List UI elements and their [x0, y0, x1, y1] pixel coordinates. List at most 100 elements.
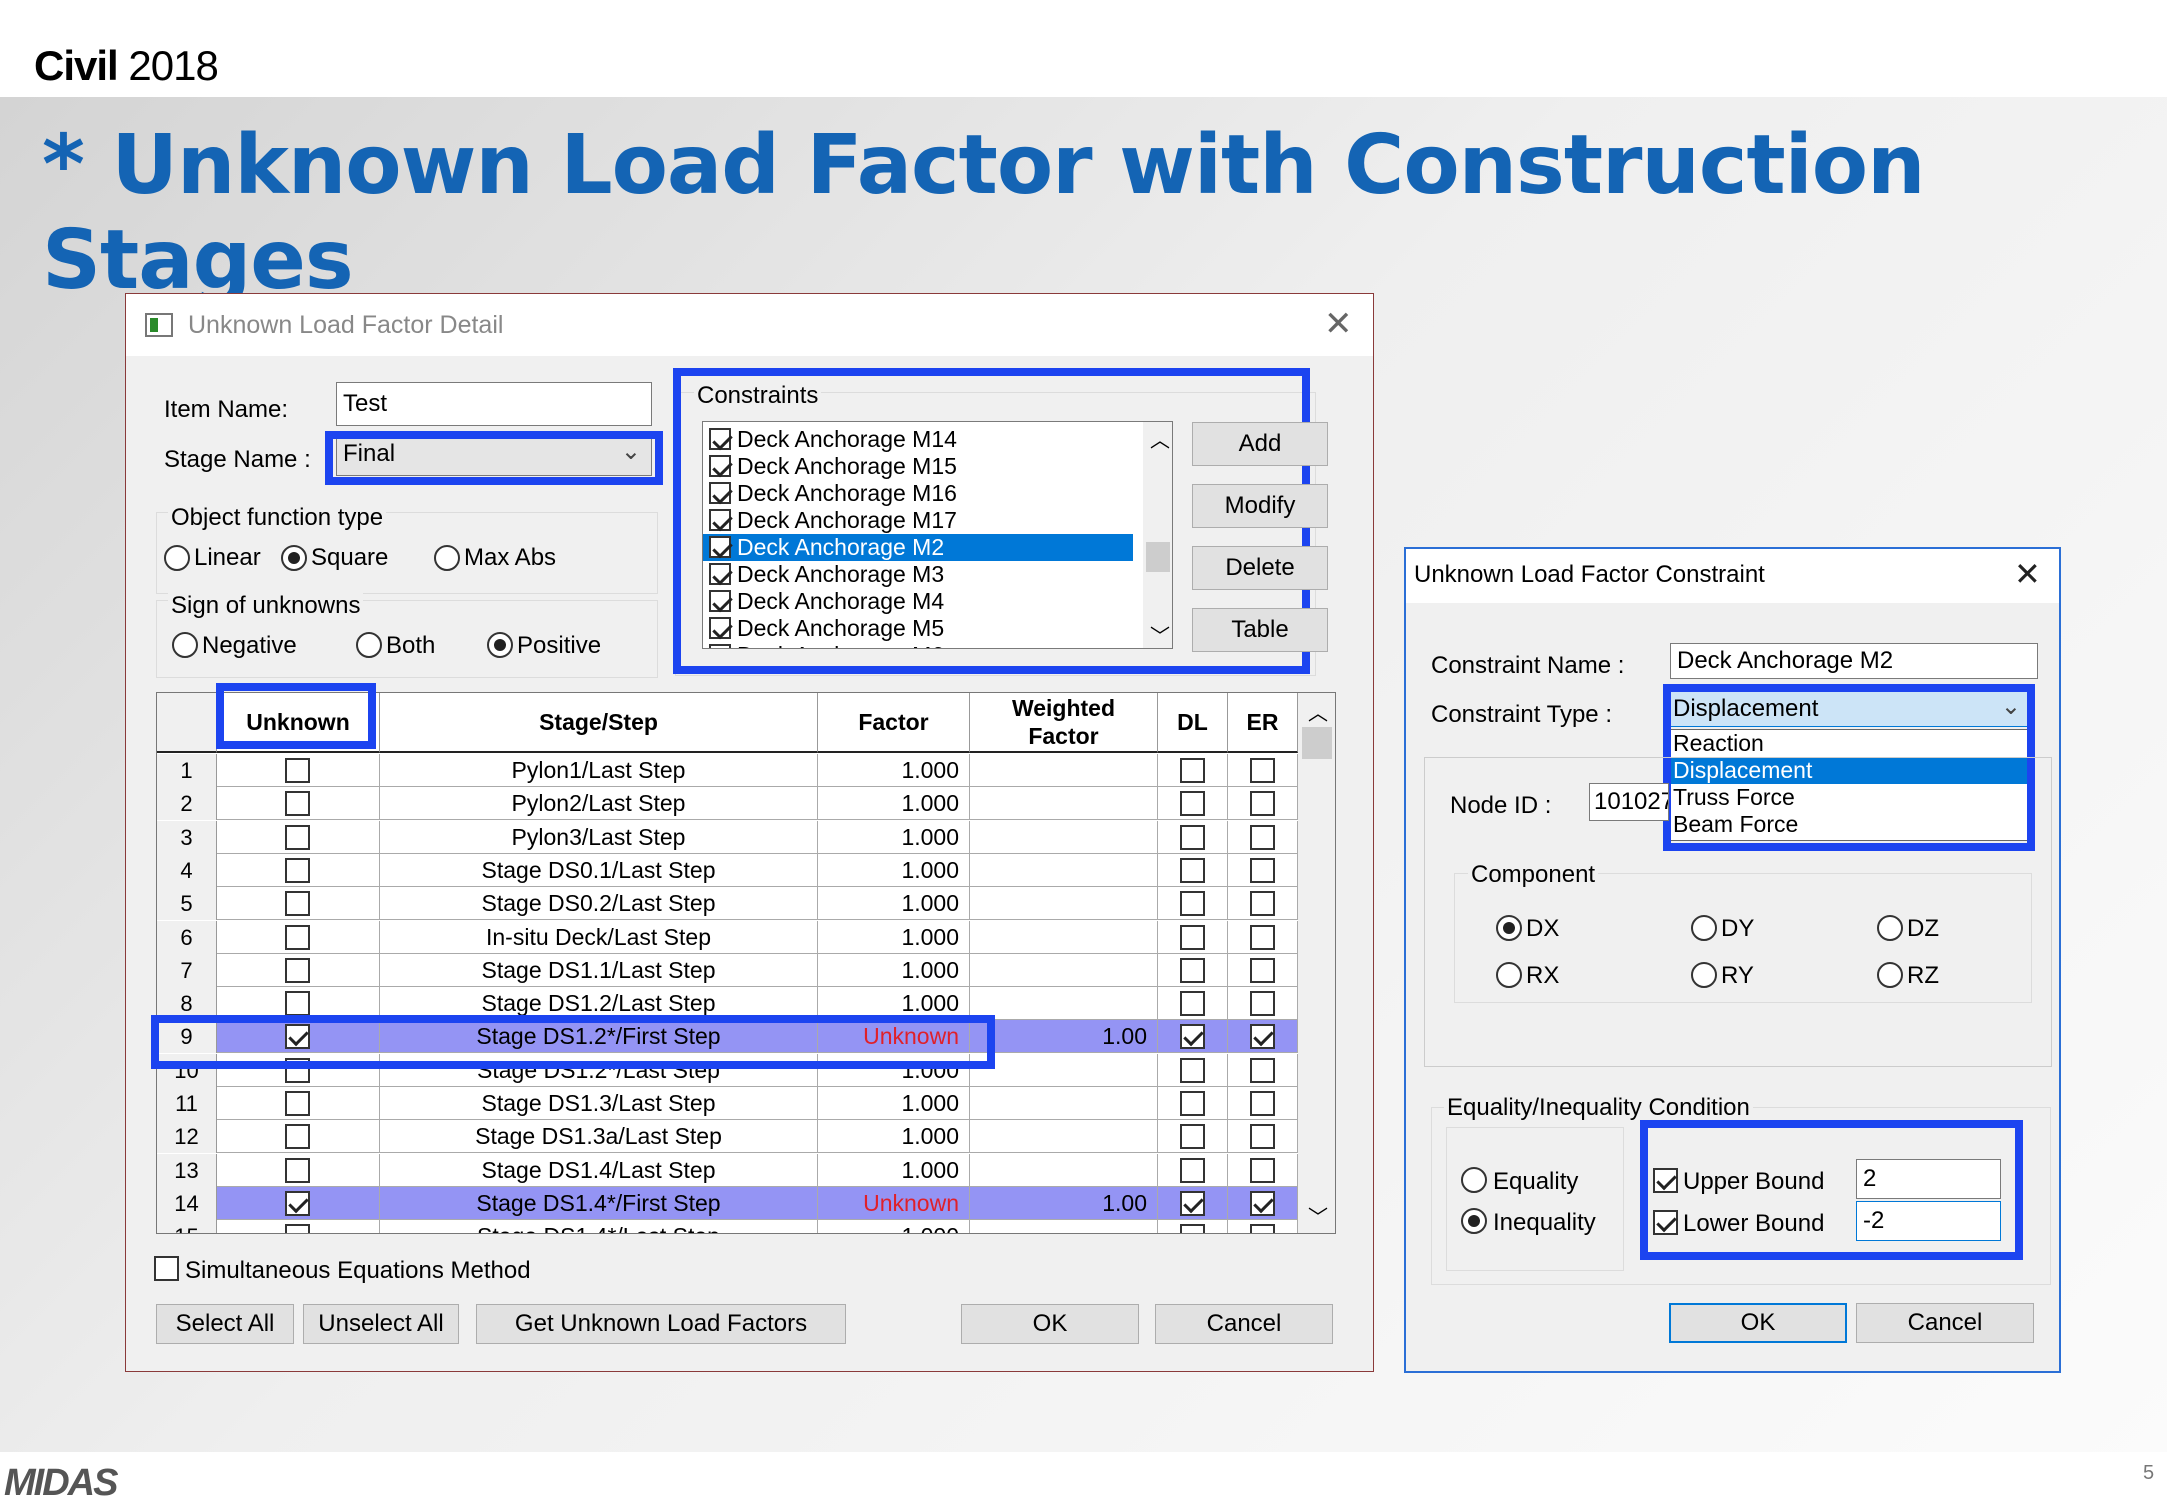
dl-checkbox[interactable]: [1180, 1057, 1205, 1083]
sign-radio-positive[interactable]: [487, 632, 513, 658]
er-cell[interactable]: [1228, 820, 1298, 854]
dl-cell[interactable]: [1158, 1020, 1228, 1054]
unknown-cell[interactable]: [217, 887, 380, 921]
equality-radio[interactable]: [1461, 1167, 1487, 1193]
unknown-checkbox[interactable]: [285, 1224, 310, 1233]
dl-checkbox[interactable]: [1180, 1124, 1205, 1150]
factor-cell[interactable]: 1.000: [818, 820, 970, 854]
weighted-cell[interactable]: [970, 787, 1158, 821]
dl-cell[interactable]: [1158, 853, 1228, 887]
select-all-button[interactable]: Select All: [156, 1304, 294, 1344]
er-cell[interactable]: [1228, 1020, 1298, 1054]
dl-cell[interactable]: [1158, 920, 1228, 954]
unknown-checkbox[interactable]: [285, 924, 310, 950]
unknown-checkbox[interactable]: [285, 791, 310, 817]
grid-scrollbar[interactable]: ︿ ﹀: [1298, 693, 1335, 1233]
unknown-cell[interactable]: [217, 1220, 380, 1233]
dl-column-header[interactable]: DL: [1158, 693, 1228, 753]
sign-radio-both[interactable]: [356, 632, 382, 658]
er-checkbox[interactable]: [1250, 791, 1275, 817]
dl-cell[interactable]: [1158, 1053, 1228, 1087]
cancel-button[interactable]: Cancel: [1155, 1304, 1333, 1344]
unknown-checkbox[interactable]: [285, 857, 310, 883]
dl-checkbox[interactable]: [1180, 1091, 1205, 1116]
er-checkbox[interactable]: [1250, 991, 1275, 1017]
weighted-cell[interactable]: [970, 1153, 1158, 1187]
er-cell[interactable]: [1228, 920, 1298, 954]
factor-cell[interactable]: 1.000: [818, 1120, 970, 1154]
er-checkbox[interactable]: [1250, 1057, 1275, 1083]
unknown-checkbox[interactable]: [285, 1091, 310, 1116]
inequality-radio[interactable]: [1461, 1208, 1487, 1234]
close-icon[interactable]: ✕: [2014, 555, 2041, 593]
table-row[interactable]: 1 Pylon1/Last Step 1.000: [157, 754, 1298, 787]
cancel-button[interactable]: Cancel: [1856, 1303, 2034, 1343]
er-checkbox[interactable]: [1250, 758, 1275, 783]
factor-cell[interactable]: 1.000: [818, 920, 970, 954]
er-cell[interactable]: [1228, 1053, 1298, 1087]
table-row[interactable]: 5 Stage DS0.2/Last Step 1.000: [157, 887, 1298, 921]
ok-button[interactable]: OK: [1669, 1303, 1847, 1343]
table-row[interactable]: 15 Stage DS1.4*/Last Step1.000: [157, 1220, 1298, 1233]
weighted-cell[interactable]: [970, 1120, 1158, 1154]
weighted-cell[interactable]: [970, 1220, 1158, 1233]
table-row[interactable]: 12 Stage DS1.3a/Last Step 1.000: [157, 1120, 1298, 1154]
component-radio-dz[interactable]: [1877, 915, 1903, 941]
table-row[interactable]: 6 In-situ Deck/Last Step 1.000: [157, 920, 1298, 954]
weighted-cell[interactable]: [970, 953, 1158, 987]
weighted-cell[interactable]: [970, 754, 1158, 787]
table-row[interactable]: 11 Stage DS1.3/Last Step 1.000: [157, 1087, 1298, 1120]
dl-checkbox[interactable]: [1180, 957, 1205, 983]
dl-checkbox[interactable]: [1180, 1190, 1205, 1216]
unknown-checkbox[interactable]: [285, 891, 310, 917]
unknown-checkbox[interactable]: [285, 1124, 310, 1150]
table-row[interactable]: 13 Stage DS1.4/Last Step 1.000: [157, 1153, 1298, 1187]
er-cell[interactable]: [1228, 853, 1298, 887]
objfn-radio-max-abs[interactable]: [434, 545, 460, 571]
dl-cell[interactable]: [1158, 1120, 1228, 1154]
component-radio-rz[interactable]: [1877, 962, 1903, 988]
factor-cell[interactable]: 1.000: [818, 887, 970, 921]
unknown-cell[interactable]: [217, 1120, 380, 1154]
factor-cell[interactable]: 1.000: [818, 1087, 970, 1120]
weighted-cell[interactable]: [970, 1053, 1158, 1087]
dl-checkbox[interactable]: [1180, 891, 1205, 917]
add-button[interactable]: Add: [1192, 422, 1328, 466]
objfn-radio-square[interactable]: [281, 545, 307, 571]
dl-checkbox[interactable]: [1180, 824, 1205, 850]
chevron-up-icon[interactable]: ︿: [1308, 697, 1328, 726]
unknown-cell[interactable]: [217, 953, 380, 987]
er-cell[interactable]: [1228, 754, 1298, 787]
er-cell[interactable]: [1228, 1186, 1298, 1220]
ok-button[interactable]: OK: [961, 1304, 1139, 1344]
weighted-cell[interactable]: [970, 1087, 1158, 1120]
table-row[interactable]: 3 Pylon3/Last Step 1.000: [157, 820, 1298, 854]
sign-radio-negative[interactable]: [172, 632, 198, 658]
component-radio-dx[interactable]: [1496, 915, 1522, 941]
factor-cell[interactable]: 1.000: [818, 1153, 970, 1187]
dl-cell[interactable]: [1158, 820, 1228, 854]
unknown-cell[interactable]: [217, 1186, 380, 1220]
scroll-thumb[interactable]: [1302, 727, 1332, 759]
component-radio-ry[interactable]: [1691, 962, 1717, 988]
er-cell[interactable]: [1228, 987, 1298, 1021]
dl-cell[interactable]: [1158, 887, 1228, 921]
factor-column-header[interactable]: Factor: [818, 693, 970, 753]
er-checkbox[interactable]: [1250, 891, 1275, 917]
component-radio-rx[interactable]: [1496, 962, 1522, 988]
delete-button[interactable]: Delete: [1192, 546, 1328, 590]
weighted-column-header[interactable]: Weighted Factor: [970, 693, 1158, 753]
simultaneous-checkbox[interactable]: [154, 1256, 179, 1281]
dl-checkbox[interactable]: [1180, 1224, 1205, 1233]
er-checkbox[interactable]: [1250, 1091, 1275, 1116]
factor-cell[interactable]: 1.000: [818, 953, 970, 987]
er-cell[interactable]: [1228, 1087, 1298, 1120]
unknown-cell[interactable]: [217, 853, 380, 887]
unknown-checkbox[interactable]: [285, 824, 310, 850]
modify-button[interactable]: Modify: [1192, 484, 1328, 528]
dl-checkbox[interactable]: [1180, 1024, 1205, 1050]
er-checkbox[interactable]: [1250, 1190, 1275, 1216]
unknown-checkbox[interactable]: [285, 1157, 310, 1183]
unknown-checkbox[interactable]: [285, 991, 310, 1017]
dl-checkbox[interactable]: [1180, 991, 1205, 1017]
